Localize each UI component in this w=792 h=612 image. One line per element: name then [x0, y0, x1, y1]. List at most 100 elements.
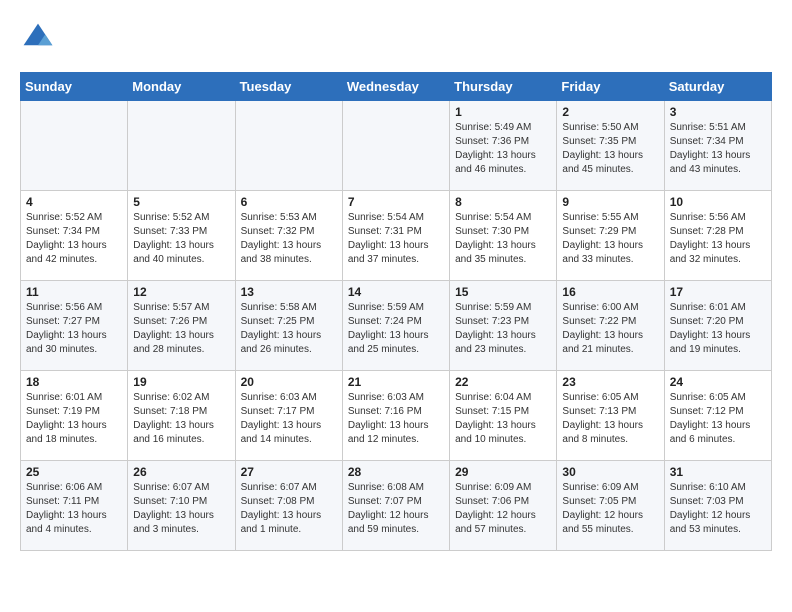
logo-icon — [20, 20, 56, 56]
page-header — [20, 20, 772, 56]
calendar-table: SundayMondayTuesdayWednesdayThursdayFrid… — [20, 72, 772, 551]
header-wednesday: Wednesday — [342, 73, 449, 101]
week-row-4: 18 Sunrise: 6:01 AM Sunset: 7:19 PM Dayli… — [21, 371, 772, 461]
calendar-cell: 9 Sunrise: 5:55 AM Sunset: 7:29 PM Daylig… — [557, 191, 664, 281]
day-number: 10 — [670, 195, 766, 209]
calendar-cell: 18 Sunrise: 6:01 AM Sunset: 7:19 PM Dayli… — [21, 371, 128, 461]
day-number: 23 — [562, 375, 658, 389]
header-tuesday: Tuesday — [235, 73, 342, 101]
calendar-cell: 17 Sunrise: 6:01 AM Sunset: 7:20 PM Dayli… — [664, 281, 771, 371]
day-info: Sunrise: 5:55 AM Sunset: 7:29 PM Dayligh… — [562, 211, 658, 267]
day-info: Sunrise: 6:08 AM Sunset: 7:07 PM Dayligh… — [348, 481, 444, 537]
week-row-1: 1 Sunrise: 5:49 AM Sunset: 7:36 PM Daylig… — [21, 101, 772, 191]
calendar-cell: 6 Sunrise: 5:53 AM Sunset: 7:32 PM Daylig… — [235, 191, 342, 281]
day-number: 25 — [26, 465, 122, 479]
day-info: Sunrise: 5:56 AM Sunset: 7:28 PM Dayligh… — [670, 211, 766, 267]
day-info: Sunrise: 5:59 AM Sunset: 7:24 PM Dayligh… — [348, 301, 444, 357]
day-info: Sunrise: 6:01 AM Sunset: 7:19 PM Dayligh… — [26, 391, 122, 447]
calendar-cell: 16 Sunrise: 6:00 AM Sunset: 7:22 PM Dayli… — [557, 281, 664, 371]
day-number: 12 — [133, 285, 229, 299]
calendar-cell: 21 Sunrise: 6:03 AM Sunset: 7:16 PM Dayli… — [342, 371, 449, 461]
week-row-3: 11 Sunrise: 5:56 AM Sunset: 7:27 PM Dayli… — [21, 281, 772, 371]
day-info: Sunrise: 5:51 AM Sunset: 7:34 PM Dayligh… — [670, 121, 766, 177]
header-row: SundayMondayTuesdayWednesdayThursdayFrid… — [21, 73, 772, 101]
calendar-cell: 29Sunrise: 6:09 AM Sunset: 7:06 PM Dayli… — [450, 461, 557, 551]
day-info: Sunrise: 5:59 AM Sunset: 7:23 PM Dayligh… — [455, 301, 551, 357]
calendar-cell: 13Sunrise: 5:58 AM Sunset: 7:25 PM Dayli… — [235, 281, 342, 371]
calendar-cell: 26 Sunrise: 6:07 AM Sunset: 7:10 PM Dayli… — [128, 461, 235, 551]
day-number: 6 — [241, 195, 337, 209]
calendar-cell: 5 Sunrise: 5:52 AM Sunset: 7:33 PM Daylig… — [128, 191, 235, 281]
day-number: 4 — [26, 195, 122, 209]
day-info: Sunrise: 6:05 AM Sunset: 7:12 PM Dayligh… — [670, 391, 766, 447]
calendar-cell: 10 Sunrise: 5:56 AM Sunset: 7:28 PM Dayli… — [664, 191, 771, 281]
day-info: Sunrise: 6:09 AM Sunset: 7:05 PM Dayligh… — [562, 481, 658, 537]
day-number: 5 — [133, 195, 229, 209]
day-number: 21 — [348, 375, 444, 389]
day-number: 16 — [562, 285, 658, 299]
day-number: 31 — [670, 465, 766, 479]
day-info: Sunrise: 6:03 AM Sunset: 7:17 PM Dayligh… — [241, 391, 337, 447]
calendar-cell: 7 Sunrise: 5:54 AM Sunset: 7:31 PM Daylig… — [342, 191, 449, 281]
day-number: 26 — [133, 465, 229, 479]
day-info: Sunrise: 6:03 AM Sunset: 7:16 PM Dayligh… — [348, 391, 444, 447]
day-info: Sunrise: 6:09 AM Sunset: 7:06 PM Dayligh… — [455, 481, 551, 537]
day-info: Sunrise: 5:50 AM Sunset: 7:35 PM Dayligh… — [562, 121, 658, 177]
day-number: 18 — [26, 375, 122, 389]
calendar-cell: 11 Sunrise: 5:56 AM Sunset: 7:27 PM Dayli… — [21, 281, 128, 371]
calendar-cell: 14 Sunrise: 5:59 AM Sunset: 7:24 PM Dayli… — [342, 281, 449, 371]
day-number: 20 — [241, 375, 337, 389]
calendar-cell — [21, 101, 128, 191]
header-thursday: Thursday — [450, 73, 557, 101]
week-row-2: 4 Sunrise: 5:52 AM Sunset: 7:34 PM Daylig… — [21, 191, 772, 281]
day-info: Sunrise: 6:05 AM Sunset: 7:13 PM Dayligh… — [562, 391, 658, 447]
day-info: Sunrise: 6:04 AM Sunset: 7:15 PM Dayligh… — [455, 391, 551, 447]
day-info: Sunrise: 6:10 AM Sunset: 7:03 PM Dayligh… — [670, 481, 766, 537]
calendar-cell: 23 Sunrise: 6:05 AM Sunset: 7:13 PM Dayli… — [557, 371, 664, 461]
day-info: Sunrise: 6:02 AM Sunset: 7:18 PM Dayligh… — [133, 391, 229, 447]
day-number: 8 — [455, 195, 551, 209]
day-info: Sunrise: 5:54 AM Sunset: 7:31 PM Dayligh… — [348, 211, 444, 267]
calendar-cell: 1 Sunrise: 5:49 AM Sunset: 7:36 PM Daylig… — [450, 101, 557, 191]
calendar-cell: 4 Sunrise: 5:52 AM Sunset: 7:34 PM Daylig… — [21, 191, 128, 281]
day-info: Sunrise: 5:52 AM Sunset: 7:33 PM Dayligh… — [133, 211, 229, 267]
calendar-cell: 19 Sunrise: 6:02 AM Sunset: 7:18 PM Dayli… — [128, 371, 235, 461]
day-number: 15 — [455, 285, 551, 299]
calendar-cell: 30Sunrise: 6:09 AM Sunset: 7:05 PM Dayli… — [557, 461, 664, 551]
day-info: Sunrise: 5:52 AM Sunset: 7:34 PM Dayligh… — [26, 211, 122, 267]
calendar-cell: 2Sunrise: 5:50 AM Sunset: 7:35 PM Daylig… — [557, 101, 664, 191]
day-number: 19 — [133, 375, 229, 389]
calendar-cell: 28Sunrise: 6:08 AM Sunset: 7:07 PM Dayli… — [342, 461, 449, 551]
calendar-cell: 12 Sunrise: 5:57 AM Sunset: 7:26 PM Dayli… — [128, 281, 235, 371]
calendar-cell — [128, 101, 235, 191]
calendar-cell: 27 Sunrise: 6:07 AM Sunset: 7:08 PM Dayli… — [235, 461, 342, 551]
day-info: Sunrise: 6:07 AM Sunset: 7:10 PM Dayligh… — [133, 481, 229, 537]
calendar-cell: 20 Sunrise: 6:03 AM Sunset: 7:17 PM Dayli… — [235, 371, 342, 461]
day-number: 3 — [670, 105, 766, 119]
day-info: Sunrise: 6:01 AM Sunset: 7:20 PM Dayligh… — [670, 301, 766, 357]
day-number: 9 — [562, 195, 658, 209]
day-number: 11 — [26, 285, 122, 299]
day-number: 7 — [348, 195, 444, 209]
day-number: 14 — [348, 285, 444, 299]
calendar-cell: 8 Sunrise: 5:54 AM Sunset: 7:30 PM Daylig… — [450, 191, 557, 281]
day-number: 17 — [670, 285, 766, 299]
day-number: 1 — [455, 105, 551, 119]
day-info: Sunrise: 5:53 AM Sunset: 7:32 PM Dayligh… — [241, 211, 337, 267]
calendar-cell: 25Sunrise: 6:06 AM Sunset: 7:11 PM Dayli… — [21, 461, 128, 551]
day-info: Sunrise: 5:54 AM Sunset: 7:30 PM Dayligh… — [455, 211, 551, 267]
day-info: Sunrise: 6:00 AM Sunset: 7:22 PM Dayligh… — [562, 301, 658, 357]
day-number: 22 — [455, 375, 551, 389]
day-info: Sunrise: 5:57 AM Sunset: 7:26 PM Dayligh… — [133, 301, 229, 357]
calendar-cell: 22 Sunrise: 6:04 AM Sunset: 7:15 PM Dayli… — [450, 371, 557, 461]
header-friday: Friday — [557, 73, 664, 101]
day-number: 24 — [670, 375, 766, 389]
day-info: Sunrise: 5:56 AM Sunset: 7:27 PM Dayligh… — [26, 301, 122, 357]
logo — [20, 20, 62, 56]
day-number: 27 — [241, 465, 337, 479]
day-info: Sunrise: 5:49 AM Sunset: 7:36 PM Dayligh… — [455, 121, 551, 177]
header-monday: Monday — [128, 73, 235, 101]
day-info: Sunrise: 6:07 AM Sunset: 7:08 PM Dayligh… — [241, 481, 337, 537]
calendar-cell: 24 Sunrise: 6:05 AM Sunset: 7:12 PM Dayli… — [664, 371, 771, 461]
header-saturday: Saturday — [664, 73, 771, 101]
